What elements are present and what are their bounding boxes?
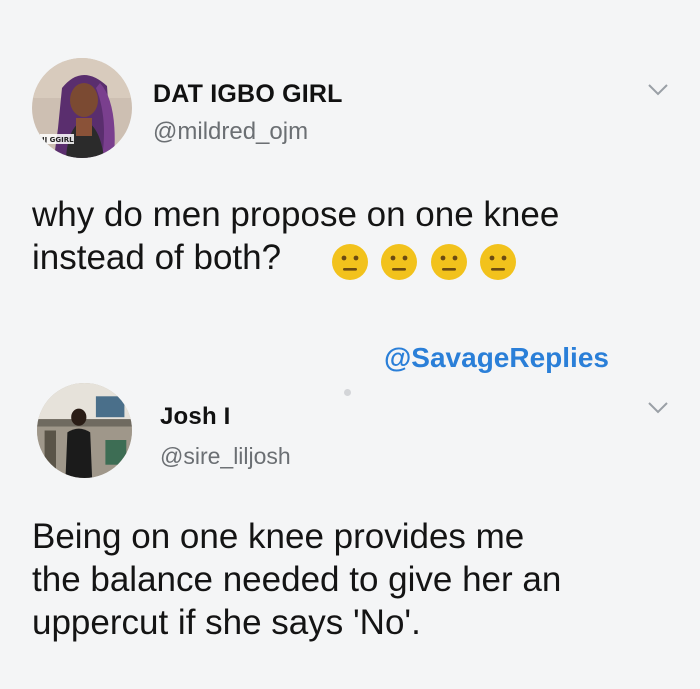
tweet-text-line: uppercut if she says 'No'. xyxy=(32,603,421,642)
tweet-text: Being on one knee provides me the balanc… xyxy=(32,515,561,644)
neutral-face-icon xyxy=(332,244,368,280)
neutral-face-icon xyxy=(430,244,467,280)
avatar[interactable] xyxy=(37,383,132,478)
tweet-text-line: the balance needed to give her an xyxy=(32,560,562,599)
neutral-face-icon xyxy=(480,244,517,280)
avatar-photo: IJ GGIRL xyxy=(32,58,132,158)
chevron-down-icon[interactable] xyxy=(646,82,670,98)
user-handle[interactable]: @mildred_ojm xyxy=(153,118,308,146)
user-handle[interactable]: @sire_liljosh xyxy=(160,443,291,470)
emoji-row xyxy=(330,242,518,287)
svg-text:IJ GGIRL: IJ GGIRL xyxy=(42,136,74,144)
chevron-down-icon[interactable] xyxy=(646,400,670,416)
neutral-face-icon xyxy=(381,244,418,280)
tweet-original[interactable]: IJ GGIRL DAT IGBO GIRL @mildred_ojm why … xyxy=(0,0,700,330)
tweet-text-line: Being on one knee provides me xyxy=(32,517,525,556)
display-name[interactable]: DAT IGBO GIRL xyxy=(153,80,343,109)
display-name[interactable]: Josh I xyxy=(160,403,231,431)
avatar[interactable]: IJ GGIRL xyxy=(32,58,132,158)
avatar-photo xyxy=(37,383,132,478)
